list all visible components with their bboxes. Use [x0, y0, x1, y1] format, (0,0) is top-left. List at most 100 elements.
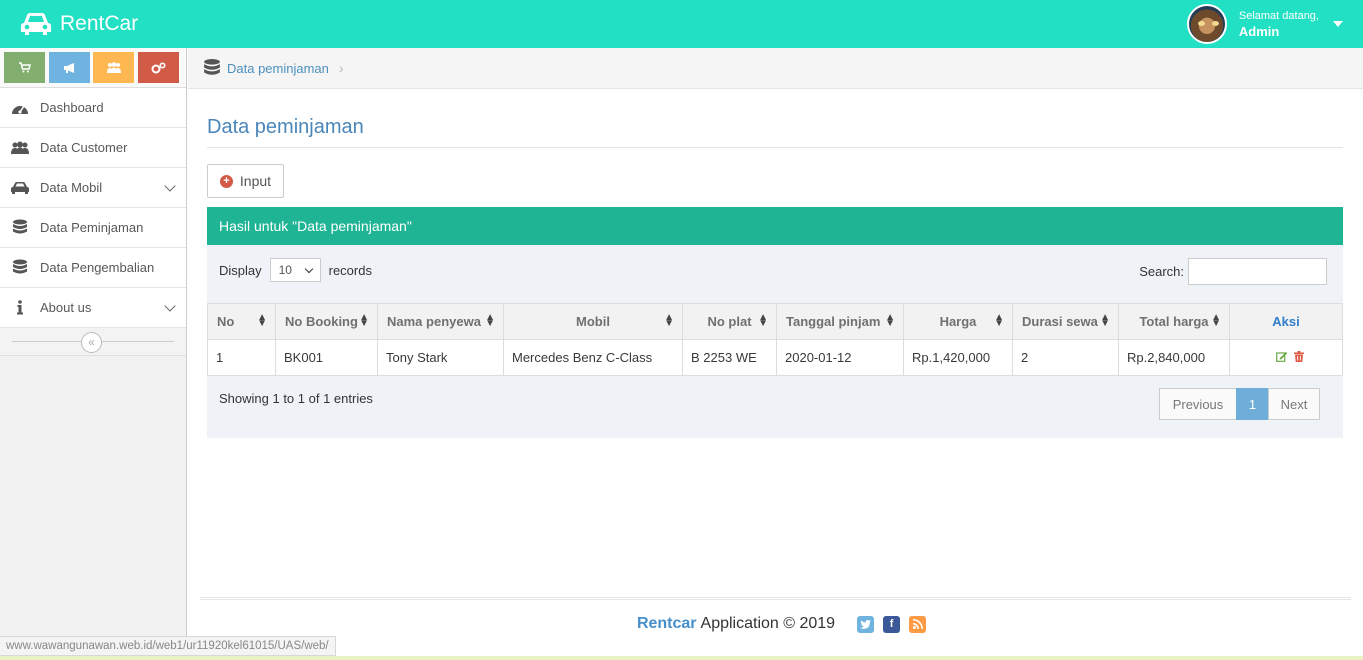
chevron-down-icon	[164, 180, 176, 192]
breadcrumb-separator: ›	[338, 60, 344, 76]
page-title: Data peminjaman	[207, 116, 364, 138]
avatar	[1186, 4, 1227, 44]
sidebar-item-data-customer[interactable]: Data Customer	[0, 128, 186, 168]
sidebar-item-label: Data Pengembalian	[40, 260, 155, 275]
data-table: No ▲ ▼ No Booking ▲ ▼ Nama penyewa ▲ ▼ Mobil ▲ ▼…	[207, 303, 1343, 376]
column-header-nama-penyewa[interactable]: Nama penyewa ▲ ▼	[377, 303, 504, 340]
records-per-page-value: 10	[278, 263, 292, 277]
sort-icon: ▲ ▼	[885, 312, 895, 329]
cell-no-booking: BK001	[275, 339, 378, 376]
breadcrumb-link[interactable]: Data peminjaman	[227, 61, 329, 76]
top-navbar: RentCar Selamat datang, Admin	[0, 0, 1363, 48]
tachometer-icon	[10, 98, 30, 118]
sidebar-item-data-pengembalian[interactable]: Data Pengembalian	[0, 248, 186, 288]
footer-brand: Rentcar	[636, 615, 697, 632]
bottom-strip	[0, 656, 1363, 660]
pagination-previous-button[interactable]: Previous	[1159, 388, 1237, 420]
facebook-icon[interactable]: f	[883, 615, 901, 633]
column-header-harga[interactable]: Harga ▲ ▼	[903, 303, 1013, 340]
brand-link[interactable]: RentCar	[18, 8, 138, 40]
records-label: records	[328, 262, 372, 278]
table-row: 1 BK001 Tony Stark Mercedes Benz C-Class…	[207, 339, 1343, 376]
pagination-page-1[interactable]: 1	[1236, 388, 1269, 420]
shortcut-announce-button[interactable]	[49, 52, 90, 83]
sort-icon: ▲ ▼	[359, 312, 369, 329]
footer-divider	[200, 597, 1351, 600]
table-header-row: No ▲ ▼ No Booking ▲ ▼ Nama penyewa ▲ ▼ Mobil ▲ ▼…	[207, 303, 1343, 340]
cell-harga: Rp.1,420,000	[903, 339, 1013, 376]
collapse-sidebar-button[interactable]: «	[81, 332, 102, 353]
search-label: Search:	[1139, 264, 1184, 279]
cart-icon	[18, 62, 31, 73]
sort-icon: ▲ ▼	[758, 312, 768, 329]
records-per-page-select[interactable]: 10	[269, 258, 321, 282]
welcome-text: Selamat datang, Admin	[1239, 9, 1319, 39]
title-divider	[207, 147, 1343, 148]
sidebar-item-data-mobil[interactable]: Data Mobil	[0, 168, 186, 208]
column-header-no-booking[interactable]: No Booking ▲ ▼	[275, 303, 378, 340]
panel-header: Hasil untuk "Data peminjaman"	[207, 207, 1343, 245]
trash-icon[interactable]	[1294, 351, 1305, 365]
input-button[interactable]: + Input	[207, 164, 284, 198]
user-menu[interactable]: Selamat datang, Admin	[1186, 4, 1343, 44]
info-icon	[10, 298, 30, 318]
column-header-no[interactable]: No ▲ ▼	[207, 303, 276, 340]
sidebar-collapse-bar: «	[0, 328, 186, 356]
edit-icon[interactable]	[1275, 351, 1288, 365]
sidebar-item-label: Data Peminjaman	[40, 220, 144, 235]
sidebar-item-label: Dashboard	[40, 100, 104, 115]
sidebar: Dashboard Data Customer Data Mobil Data …	[0, 48, 187, 660]
cell-nama-penyewa: Tony Stark	[377, 339, 504, 376]
shortcut-cart-button[interactable]	[4, 52, 45, 83]
shortcut-settings-button[interactable]	[138, 52, 179, 83]
cogs-icon	[151, 61, 166, 73]
caret-down-icon	[1333, 21, 1343, 27]
chevron-down-icon	[164, 300, 176, 312]
cell-no-plat: B 2253 WE	[682, 339, 777, 376]
shortcut-users-button[interactable]	[93, 52, 134, 83]
car-icon	[21, 13, 51, 35]
column-header-tanggal-pinjam[interactable]: Tanggal pinjam ▲ ▼	[776, 303, 904, 340]
database-icon	[204, 59, 220, 75]
pagination: Previous 1 Next	[1159, 388, 1320, 420]
sidebar-item-label: About us	[40, 300, 92, 315]
browser-status-url: www.wawangunawan.web.id/web1/ur11920kel6…	[0, 636, 336, 656]
sidebar-shortcuts	[0, 48, 186, 88]
sort-icon: ▲ ▼	[257, 312, 267, 329]
display-length-control: Display 10 records	[219, 258, 372, 282]
display-label: Display	[219, 262, 262, 278]
column-header-mobil[interactable]: Mobil ▲ ▼	[503, 303, 683, 340]
sidebar-item-data-peminjaman[interactable]: Data Peminjaman	[0, 208, 186, 248]
table-info: Showing 1 to 1 of 1 entries	[219, 391, 373, 406]
sidebar-item-about-us[interactable]: About us	[0, 288, 186, 328]
users-icon	[10, 138, 30, 158]
breadcrumb: Data peminjaman ›	[188, 48, 1363, 89]
input-button-label: Input	[239, 173, 272, 189]
users-icon	[106, 61, 121, 73]
cell-durasi-sewa: 2	[1012, 339, 1119, 376]
plus-circle-icon: +	[219, 174, 233, 188]
sort-icon: ▲ ▼	[994, 312, 1004, 329]
rss-icon[interactable]	[909, 615, 927, 633]
database-icon	[10, 218, 30, 238]
sort-icon: ▲ ▼	[664, 312, 674, 329]
car-icon	[10, 178, 30, 198]
footer-text: Application © 2019	[700, 615, 836, 632]
column-header-durasi-sewa[interactable]: Durasi sewa ▲ ▼	[1012, 303, 1119, 340]
sidebar-item-dashboard[interactable]: Dashboard	[0, 88, 186, 128]
cell-no: 1	[207, 339, 276, 376]
column-header-aksi: Aksi	[1229, 303, 1343, 340]
search-control: Search:	[1139, 258, 1327, 285]
column-header-no-plat[interactable]: No plat ▲ ▼	[682, 303, 777, 340]
database-icon	[10, 258, 30, 278]
cell-tanggal-pinjam: 2020-01-12	[776, 339, 904, 376]
search-input[interactable]	[1188, 258, 1327, 285]
column-header-total-harga[interactable]: Total harga ▲ ▼	[1118, 303, 1230, 340]
sidebar-item-label: Data Mobil	[40, 180, 103, 195]
twitter-icon[interactable]	[857, 615, 875, 633]
sort-icon: ▲ ▼	[1211, 312, 1221, 329]
pagination-next-button[interactable]: Next	[1268, 388, 1320, 420]
cell-mobil: Mercedes Benz C-Class	[503, 339, 683, 376]
brand-name: RentCar	[60, 12, 139, 35]
cell-total-harga: Rp.2,840,000	[1118, 339, 1230, 376]
